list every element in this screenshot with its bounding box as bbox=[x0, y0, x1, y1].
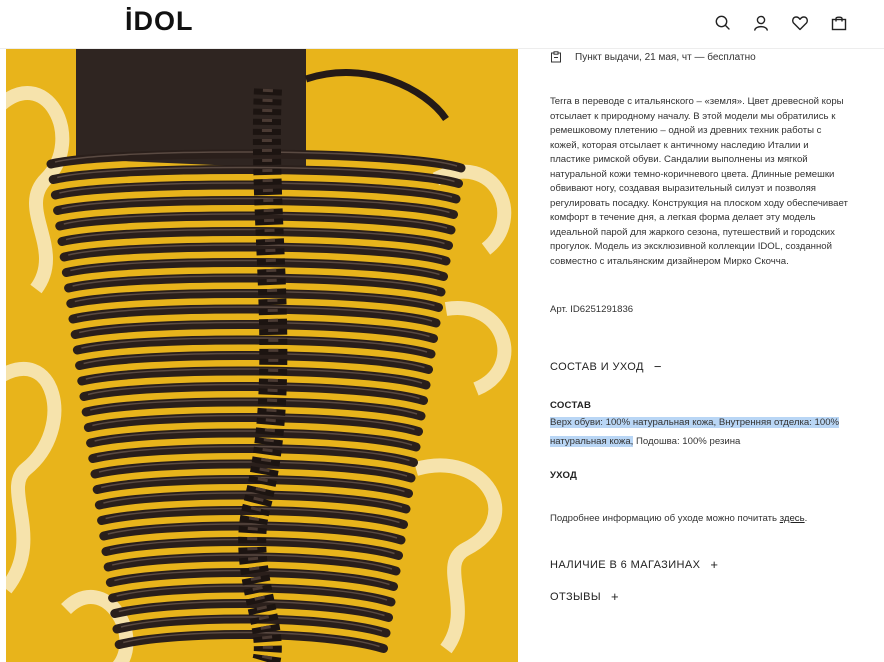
expand-plus-icon: + bbox=[710, 557, 719, 572]
composition-care-label: СОСТАВ И УХОД bbox=[550, 361, 644, 373]
care-link[interactable]: здесь bbox=[780, 513, 805, 524]
user-icon[interactable] bbox=[752, 14, 770, 32]
composition-text: Верх обуви: 100% натуральная кожа, Внутр… bbox=[550, 413, 850, 451]
availability-toggle[interactable]: НАЛИЧИЕ В 6 МАГАЗИНАХ + bbox=[550, 557, 719, 572]
care-text-body: Подробнее информацию об уходе можно почи… bbox=[550, 513, 780, 524]
heart-icon[interactable] bbox=[791, 14, 809, 32]
composition-rest: Подошва: 100% резина bbox=[633, 436, 741, 447]
pickup-point-icon bbox=[550, 51, 562, 63]
care-text: Подробнее информацию об уходе можно почи… bbox=[550, 513, 807, 524]
product-image[interactable] bbox=[6, 49, 518, 662]
composition-title: СОСТАВ bbox=[550, 400, 592, 411]
delivery-text: Пункт выдачи, 21 мая, чт — бесплатно bbox=[575, 51, 756, 63]
reviews-label: ОТЗЫВЫ bbox=[550, 591, 602, 603]
bag-icon[interactable] bbox=[830, 14, 848, 32]
idol-logo[interactable]: İDOL bbox=[125, 6, 194, 37]
reviews-toggle[interactable]: ОТЗЫВЫ + bbox=[550, 589, 620, 604]
search-icon[interactable] bbox=[714, 14, 732, 32]
site-header: İDOL bbox=[0, 0, 884, 49]
sandal-photo bbox=[6, 49, 518, 662]
care-title: УХОД bbox=[550, 470, 578, 481]
article-number: Арт. ID6251291836 bbox=[550, 304, 634, 315]
delivery-info: Пункт выдачи, 21 мая, чт — бесплатно bbox=[550, 50, 756, 64]
product-description: Terra в переводе с итальянского – «земля… bbox=[550, 96, 848, 268]
collapse-minus-icon: − bbox=[653, 359, 662, 374]
expand-plus-icon: + bbox=[611, 589, 620, 604]
care-text-end: . bbox=[804, 513, 808, 524]
availability-label: НАЛИЧИЕ В 6 МАГАЗИНАХ bbox=[550, 559, 701, 571]
composition-care-toggle[interactable]: СОСТАВ И УХОД − bbox=[550, 359, 662, 374]
